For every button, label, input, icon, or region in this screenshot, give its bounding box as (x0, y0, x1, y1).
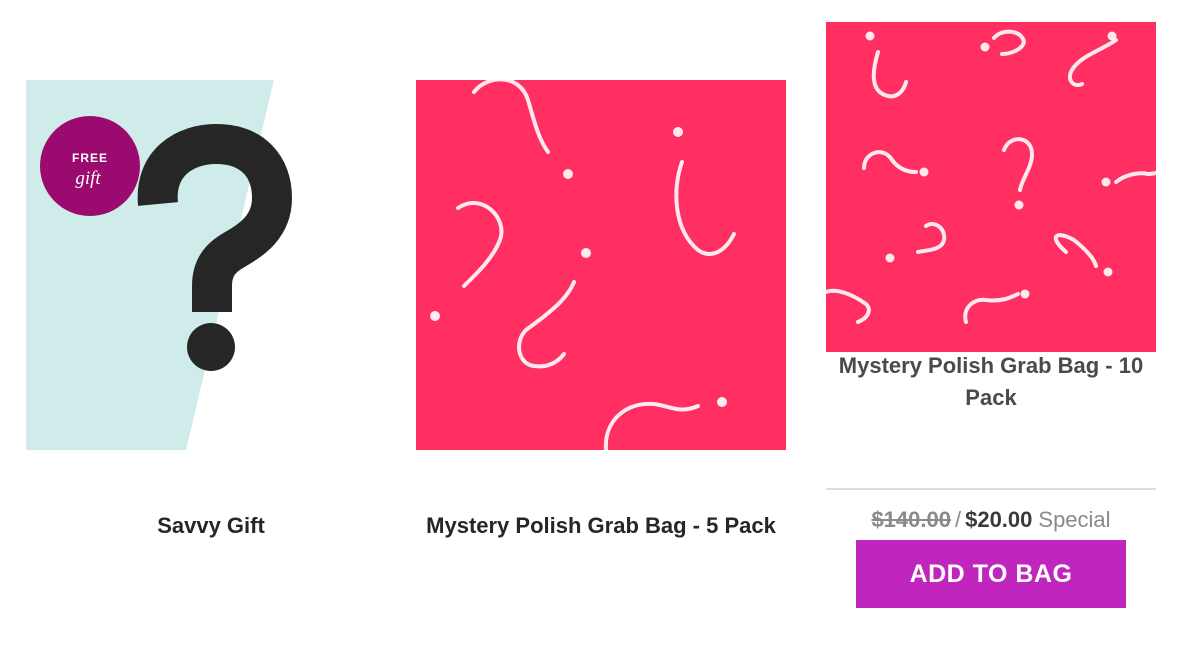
grab-bag-10-pack-image[interactable] (826, 22, 1156, 352)
original-price: $140.00 (871, 507, 951, 532)
free-gift-badge: FREE gift (40, 116, 140, 216)
price-label: Special (1038, 507, 1111, 532)
sale-price: $20.00 (965, 507, 1033, 532)
product-title-grab-bag-10-pack[interactable]: Mystery Polish Grab Bag - 10 Pack (826, 350, 1156, 414)
product-title-grab-bag-5-pack[interactable]: Mystery Polish Grab Bag - 5 Pack (400, 510, 802, 542)
product-title-savvy-gift[interactable]: Savvy Gift (26, 510, 396, 542)
badge-line2: gift (75, 168, 101, 189)
add-to-bag-button[interactable]: ADD TO BAG (856, 540, 1126, 608)
badge-line1: FREE (72, 151, 108, 165)
price-separator: / (954, 507, 962, 532)
price-line: $140.00/$20.00 Special (826, 505, 1156, 535)
price-divider (826, 488, 1156, 490)
savvy-gift-image[interactable]: FREE gift (26, 80, 396, 450)
grab-bag-5-pack-image[interactable] (416, 80, 786, 450)
